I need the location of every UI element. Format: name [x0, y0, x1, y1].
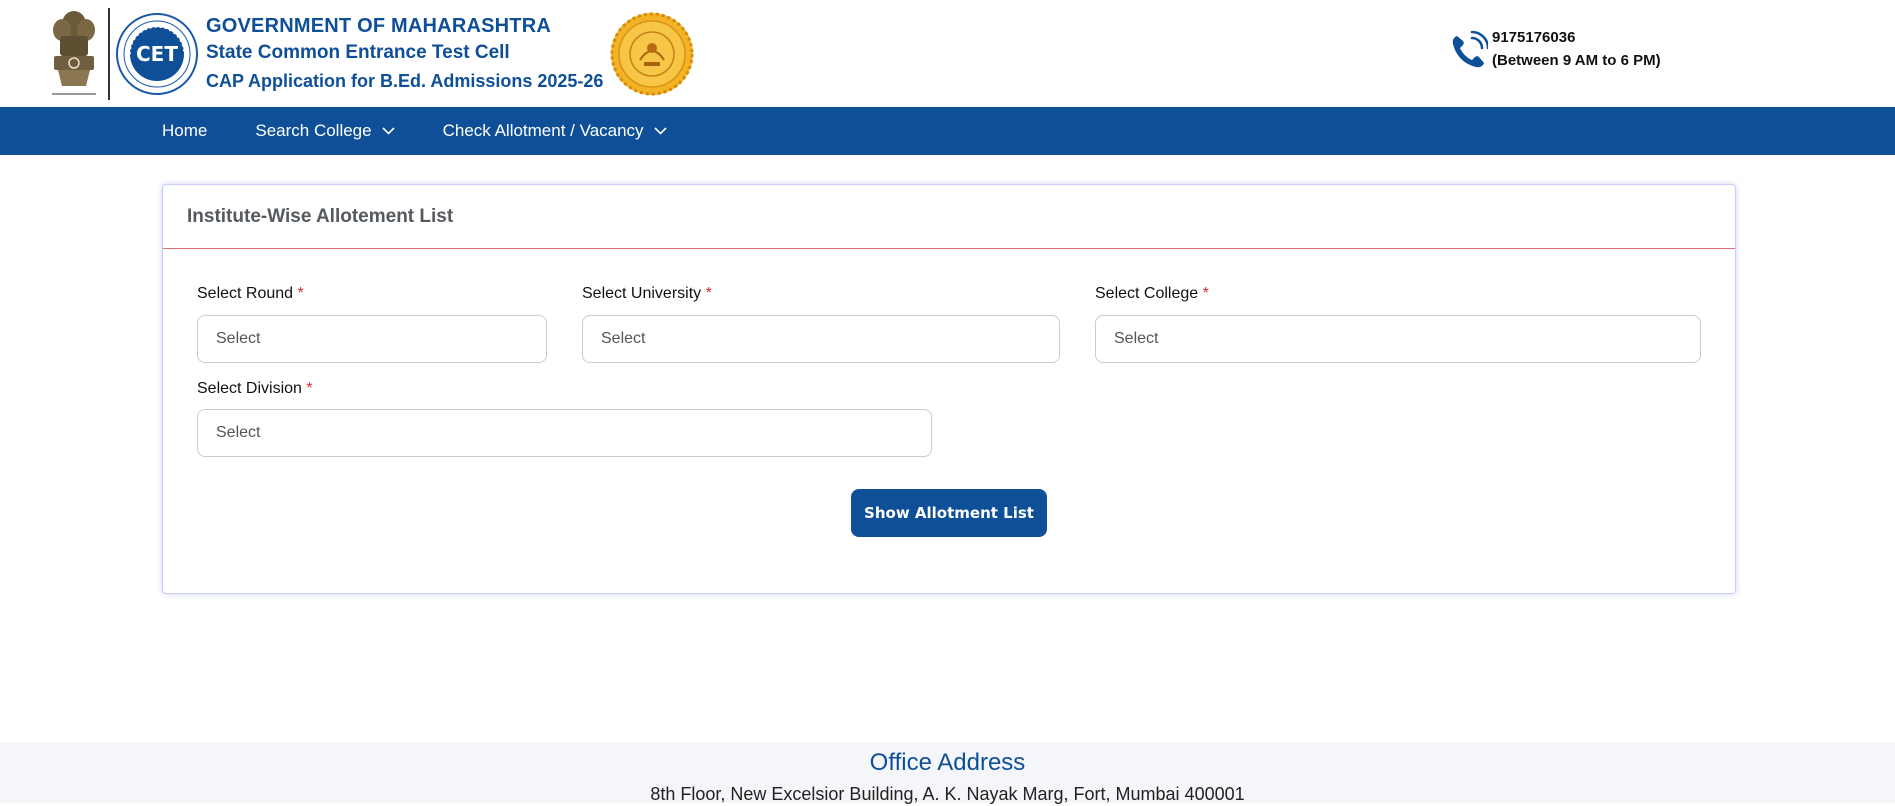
helpline-hours: (Between 9 AM to 6 PM) — [1492, 52, 1661, 69]
nav-home-label: Home — [162, 121, 208, 140]
university-select-value: Select — [601, 330, 646, 347]
division-select-value: Select — [216, 424, 261, 441]
university-label-text: Select University — [582, 285, 702, 302]
division-select[interactable]: Select — [197, 409, 932, 457]
phone-icon — [1452, 30, 1488, 68]
division-label: Select Division * — [197, 380, 313, 398]
app-title: CAP Application for B.Ed. Admissions 202… — [206, 71, 604, 91]
college-label: Select College * — [1095, 285, 1209, 303]
chevron-down-icon — [382, 127, 395, 135]
header-divider — [108, 8, 110, 100]
card-header: Institute-Wise Allotement List — [163, 185, 1735, 249]
chevron-down-icon — [653, 127, 667, 135]
maharashtra-seal-icon — [610, 12, 694, 96]
footer-address: 8th Floor, New Excelsior Building, A. K.… — [650, 784, 1245, 804]
nav-check-allotment[interactable]: Check Allotment / Vacancy — [443, 121, 667, 141]
nav-check-allotment-label: Check Allotment / Vacancy — [442, 121, 644, 140]
round-label: Select Round * — [197, 285, 304, 303]
helpline-number: 9175176036 — [1492, 29, 1576, 46]
university-label: Select University * — [582, 285, 712, 303]
site-header: CET GOVERNMENT OF MAHARASHTRA State Comm… — [0, 0, 1895, 107]
college-select-value: Select — [1114, 330, 1159, 347]
org-title: GOVERNMENT OF MAHARASHTRA — [206, 15, 551, 37]
header-titles: GOVERNMENT OF MAHARASHTRA State Common E… — [206, 14, 603, 95]
college-label-text: Select College — [1095, 285, 1199, 302]
card-title: Institute-Wise Allotement List — [187, 205, 454, 227]
required-mark: * — [705, 285, 712, 302]
required-mark: * — [306, 380, 313, 397]
nav-search-college-label: Search College — [255, 121, 372, 140]
round-select[interactable]: Select — [197, 315, 547, 363]
required-mark: * — [1202, 285, 1209, 302]
college-select[interactable]: Select — [1095, 315, 1701, 363]
university-select[interactable]: Select — [582, 315, 1060, 363]
nav-home[interactable]: Home — [162, 121, 207, 141]
main-navbar: Home Search College Check Allotment / Va… — [0, 107, 1895, 155]
national-emblem-icon — [52, 11, 96, 96]
helpline-contact: 9175176036 (Between 9 AM to 6 PM) — [1448, 26, 1661, 72]
footer-title: Office Address — [869, 749, 1026, 776]
show-allotment-list-button[interactable]: Show Allotment List — [851, 489, 1047, 537]
required-mark: * — [297, 285, 304, 302]
cet-logo-text: CET — [136, 42, 178, 66]
division-label-text: Select Division — [197, 380, 302, 397]
cell-title: State Common Entrance Test Cell — [206, 42, 510, 63]
site-footer: Office Address 8th Floor, New Excelsior … — [0, 742, 1895, 804]
nav-search-college[interactable]: Search College — [255, 121, 395, 141]
round-label-text: Select Round — [197, 285, 294, 302]
cet-logo-icon: CET — [116, 13, 198, 95]
round-select-value: Select — [216, 330, 261, 347]
allotment-form-card: Institute-Wise Allotement List Select Ro… — [162, 184, 1736, 594]
